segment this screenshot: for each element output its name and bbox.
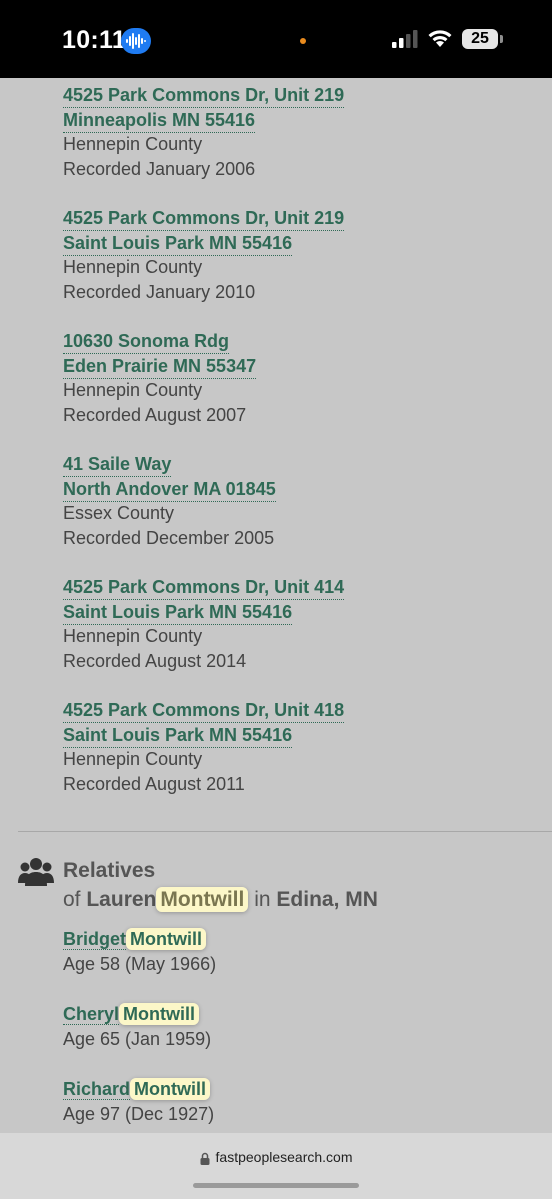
address-line1-link[interactable]: 10630 Sonoma Rdg <box>63 329 230 354</box>
relative-entry: Bridget Montwill Age 58 (May 1966) <box>63 926 216 977</box>
address-recorded-date: Recorded August 2007 <box>63 404 247 425</box>
address-line1-link[interactable]: 4525 Park Commons Dr, Unit 414 <box>63 575 345 600</box>
address-line1-link[interactable]: 41 Saile Way <box>63 452 172 477</box>
relative-first-name[interactable]: Bridget <box>63 929 126 950</box>
relative-name-link[interactable]: Cheryl Montwill <box>63 1001 211 1027</box>
address-line2-link[interactable]: Saint Louis Park MN 55416 <box>63 231 293 256</box>
address-record: 4525 Park Commons Dr, Unit 219 Minneapol… <box>63 83 483 181</box>
relative-age: Age 97 (Dec 1927) <box>63 1104 215 1124</box>
address-county: Hennepin County <box>63 380 203 400</box>
relative-name-link[interactable]: Bridget Montwill <box>63 926 216 952</box>
address-recorded-date: Recorded August 2011 <box>63 773 245 794</box>
address-record: 4525 Park Commons Dr, Unit 414 Saint Lou… <box>63 575 483 673</box>
relative-age: Age 58 (May 1966) <box>63 954 217 974</box>
address-recorded-date: Recorded December 2005 <box>63 527 275 548</box>
subheading-mid: in <box>254 888 271 911</box>
status-bar: 10:11 25 <box>0 0 552 78</box>
address-line1-link[interactable]: 4525 Park Commons Dr, Unit 219 <box>63 83 345 108</box>
url-text[interactable]: fastpeoplesearch.com <box>216 1149 353 1165</box>
subject-location: Edina, MN <box>276 888 378 911</box>
battery-level-indicator: 25 <box>462 29 498 49</box>
subject-last-name-highlight: Montwill <box>156 887 249 912</box>
address-county: Essex County <box>63 503 175 523</box>
wifi-icon <box>428 30 452 47</box>
address-line2-link[interactable]: Minneapolis MN 55416 <box>63 108 256 133</box>
cellular-signal-icon <box>392 30 418 48</box>
address-line2-link[interactable]: Saint Louis Park MN 55416 <box>63 723 293 748</box>
section-divider <box>18 831 552 832</box>
battery-cap <box>500 35 503 43</box>
address-line2-link[interactable]: Saint Louis Park MN 55416 <box>63 600 293 625</box>
address-recorded-date: Recorded January 2006 <box>63 158 256 179</box>
relative-age: Age 65 (Jan 1959) <box>63 1029 212 1049</box>
address-county: Hennepin County <box>63 749 203 769</box>
microphone-indicator-dot <box>300 38 306 44</box>
relative-entry: Cheryl Montwill Age 65 (Jan 1959) <box>63 1001 211 1052</box>
page-content: 4525 Park Commons Dr, Unit 219 Minneapol… <box>0 78 552 1133</box>
relative-name-link[interactable]: Richard Montwill <box>63 1076 214 1102</box>
relative-entry: Richard Montwill Age 97 (Dec 1927) <box>63 1076 214 1127</box>
address-line2-link[interactable]: Eden Prairie MN 55347 <box>63 354 257 379</box>
address-record: 4525 Park Commons Dr, Unit 418 Saint Lou… <box>63 698 483 796</box>
address-county: Hennepin County <box>63 134 203 154</box>
address-record: 10630 Sonoma Rdg Eden Prairie MN 55347 H… <box>63 329 483 427</box>
subject-first-name: Lauren <box>86 888 157 911</box>
relative-first-name[interactable]: Richard <box>63 1079 131 1100</box>
relative-last-name-highlight[interactable]: Montwill <box>126 928 206 950</box>
address-recorded-date: Recorded August 2014 <box>63 650 247 671</box>
address-line1-link[interactable]: 4525 Park Commons Dr, Unit 219 <box>63 206 345 231</box>
address-line1-link[interactable]: 4525 Park Commons Dr, Unit 418 <box>63 698 345 723</box>
address-recorded-date: Recorded January 2010 <box>63 281 256 302</box>
voice-memo-recording-icon[interactable] <box>121 28 151 54</box>
relatives-heading: Relatives <box>63 859 156 882</box>
address-line2-link[interactable]: North Andover MA 01845 <box>63 477 276 502</box>
lock-icon <box>200 1152 210 1165</box>
address-record: 4525 Park Commons Dr, Unit 219 Saint Lou… <box>63 206 483 304</box>
relative-last-name-highlight[interactable]: Montwill <box>130 1078 211 1100</box>
address-county: Hennepin County <box>63 626 203 646</box>
status-time: 10:11 <box>62 26 127 54</box>
people-group-icon <box>18 858 54 886</box>
relative-last-name-highlight[interactable]: Montwill <box>119 1003 200 1025</box>
url-row[interactable]: fastpeoplesearch.com <box>0 1149 552 1165</box>
address-record: 41 Saile Way North Andover MA 01845 Esse… <box>63 452 483 550</box>
browser-address-bar[interactable]: fastpeoplesearch.com <box>0 1133 552 1199</box>
subheading-prefix: of <box>63 888 81 911</box>
relative-first-name[interactable]: Cheryl <box>63 1004 120 1025</box>
home-indicator[interactable] <box>193 1183 359 1188</box>
relatives-subheading: of Lauren Montwill in Edina, MN <box>63 887 378 912</box>
address-county: Hennepin County <box>63 257 203 277</box>
